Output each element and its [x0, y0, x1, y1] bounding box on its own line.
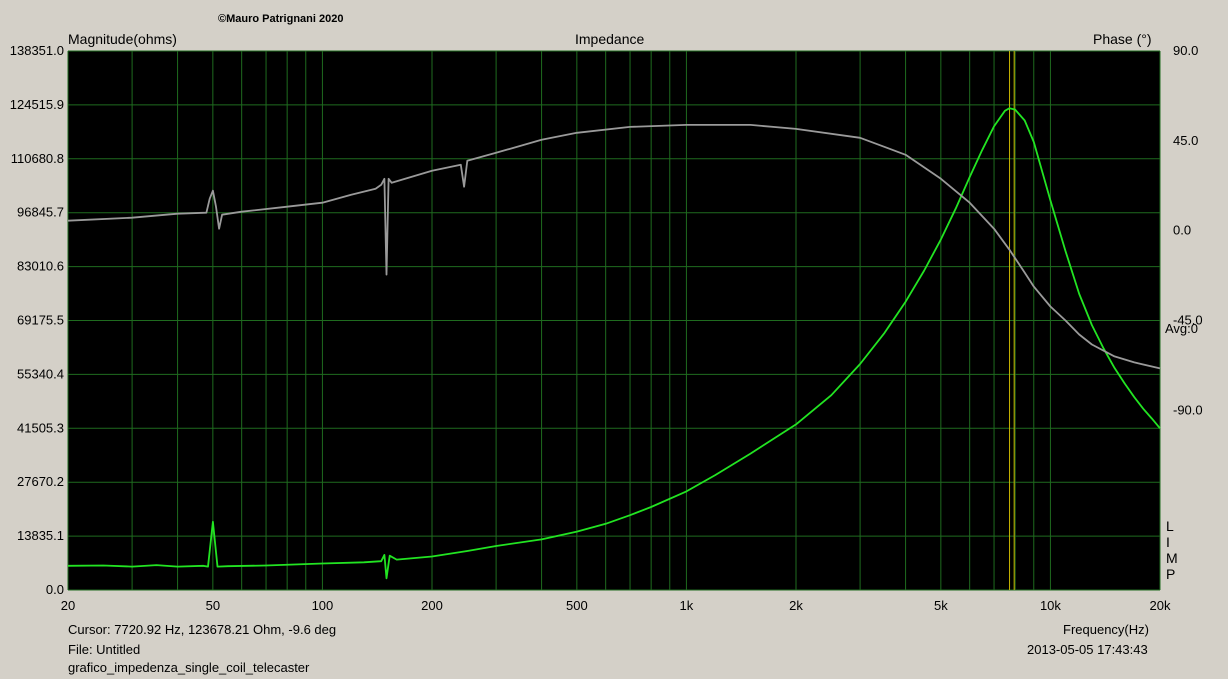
- file-name: grafico_impedenza_single_coil_telecaster: [68, 660, 310, 675]
- x-tick-label: 10k: [1040, 598, 1061, 613]
- y-tick-label: 27670.2: [17, 474, 64, 489]
- y-tick-label: 138351.0: [10, 43, 64, 58]
- y2-tick-label: 90.0: [1173, 43, 1198, 58]
- impedance-chart[interactable]: 0.0 13835.1 27670.2 41505.3 55340.4 69175.5 83…: [0, 0, 1228, 620]
- y-tick-label: 55340.4: [17, 366, 64, 381]
- avg-label: Avg:0: [1165, 321, 1198, 336]
- file-label: File: Untitled: [68, 642, 141, 657]
- y2-tick-label: 0.0: [1173, 223, 1191, 238]
- y-tick-label: 124515.9: [10, 97, 64, 112]
- y-tick-label: 0.0: [46, 582, 64, 597]
- y-tick-label: 110680.8: [11, 151, 64, 166]
- limp-letter: P: [1166, 566, 1175, 582]
- cursor-readout: Cursor: 7720.92 Hz, 123678.21 Ohm, -9.6 …: [68, 622, 337, 637]
- x-tick-label: 20: [61, 598, 75, 613]
- y-tick-label: 83010.6: [17, 259, 64, 274]
- x-tick-label: 100: [312, 598, 334, 613]
- x-tick-label: 500: [566, 598, 588, 613]
- limp-letter: I: [1166, 534, 1170, 550]
- x-tick-label: 1k: [680, 598, 694, 613]
- y-tick-label: 13835.1: [17, 528, 64, 543]
- y-tick-label: 96845.7: [17, 205, 64, 220]
- y2-tick-label: 45.0: [1173, 133, 1198, 148]
- timestamp: 2013-05-05 17:43:43: [1027, 642, 1148, 657]
- y-tick-label: 41505.3: [17, 420, 64, 435]
- limp-letter: M: [1166, 550, 1178, 566]
- x-tick-label: 2k: [789, 598, 803, 613]
- x-tick-label: 5k: [934, 598, 948, 613]
- x-tick-label: 200: [421, 598, 443, 613]
- x-axis-title: Frequency(Hz): [1063, 622, 1149, 637]
- y2-tick-label: -90.0: [1173, 402, 1203, 417]
- x-tick-label: 20k: [1150, 598, 1171, 613]
- x-tick-label: 50: [206, 598, 220, 613]
- y-tick-label: 69175.5: [17, 313, 64, 328]
- limp-letter: L: [1166, 518, 1174, 534]
